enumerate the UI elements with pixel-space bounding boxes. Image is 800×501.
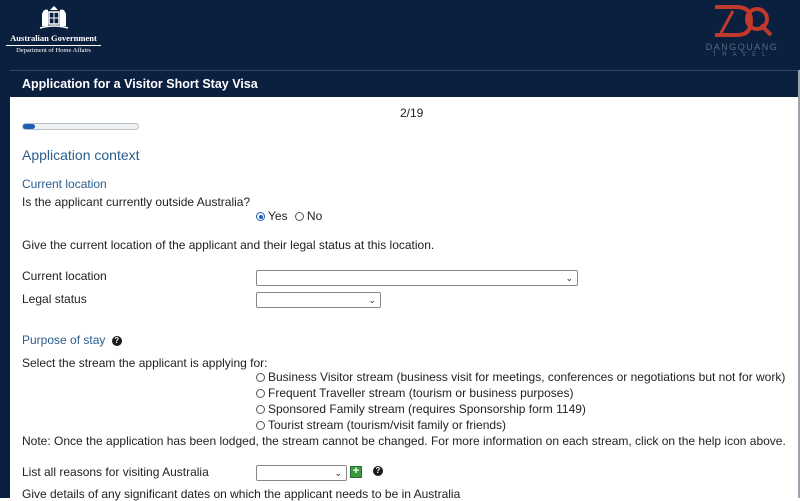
progress-fill <box>23 124 36 129</box>
radio-yes-label: Yes <box>268 209 288 223</box>
legal-status-label: Legal status <box>22 292 87 306</box>
stream-label: Tourist stream (tourism/visit family or … <box>268 418 507 432</box>
chevron-down-icon: ⌄ <box>368 295 376 305</box>
department-name: Department of Home Affairs <box>6 45 101 54</box>
watermark-logo: DANGQUANG TRAVEL <box>692 3 792 59</box>
stream-option-sponsored-family[interactable]: Sponsored Family stream (requires Sponso… <box>256 402 586 416</box>
radio-no[interactable]: No <box>294 209 323 223</box>
page-indicator: 2/19 <box>400 106 424 120</box>
dq-logo-icon <box>715 5 773 37</box>
government-logo: Australian Government Department of Home… <box>6 4 101 64</box>
current-location-select[interactable]: ⌄ <box>256 270 578 286</box>
purpose-heading-row: Purpose of stay ? <box>22 333 122 347</box>
page-title: Application for a Visitor Short Stay Vis… <box>22 77 258 91</box>
stream-prompt: Select the stream the applicant is apply… <box>22 356 268 370</box>
gov-name: Australian Government <box>10 33 97 43</box>
stream-option-frequent-traveller[interactable]: Frequent Traveller stream (tourism or bu… <box>256 386 573 400</box>
chevron-down-icon: ⌄ <box>565 273 573 283</box>
watermark-subtext: TRAVEL <box>712 52 772 58</box>
watermark-text: DANGQUANG <box>705 42 779 52</box>
left-border <box>0 70 10 498</box>
stream-note: Note: Once the application has been lodg… <box>22 434 786 448</box>
purpose-heading: Purpose of stay <box>22 333 106 347</box>
legal-status-select[interactable]: ⌄ <box>256 292 381 308</box>
stream-option-business[interactable]: Business Visitor stream (business visit … <box>256 370 785 384</box>
outside-australia-radio-group: Yes No <box>256 209 322 223</box>
location-instruction: Give the current location of the applica… <box>22 238 435 252</box>
outside-australia-question: Is the applicant currently outside Austr… <box>22 195 251 209</box>
significant-dates-text: Give details of any significant dates on… <box>22 487 461 501</box>
radio-no-label: No <box>306 209 323 223</box>
question-circle-icon[interactable]: ? <box>373 466 383 476</box>
current-location-heading: Current location <box>22 177 107 191</box>
chevron-down-icon: ⌄ <box>334 468 342 478</box>
coat-of-arms-icon <box>39 6 68 29</box>
reasons-select[interactable]: ⌄ <box>256 465 347 481</box>
progress-bar <box>22 123 139 130</box>
question-circle-icon[interactable]: ? <box>111 336 122 346</box>
current-location-label: Current location <box>22 269 107 283</box>
add-reason-button[interactable]: + <box>350 466 362 478</box>
plus-square-icon: + <box>352 465 360 477</box>
radio-frequent-circle[interactable] <box>256 389 265 398</box>
form-title-bar: Application for a Visitor Short Stay Vis… <box>10 70 798 97</box>
stream-label: Sponsored Family stream (requires Sponso… <box>268 402 586 416</box>
radio-yes[interactable]: Yes <box>256 209 288 223</box>
stream-label: Business Visitor stream (business visit … <box>268 370 786 384</box>
radio-no-circle[interactable] <box>294 212 304 221</box>
section-title: Application context <box>22 147 140 163</box>
reasons-label: List all reasons for visiting Australia <box>22 465 209 479</box>
radio-tourist-circle[interactable] <box>256 421 265 430</box>
radio-sponsored-circle[interactable] <box>256 405 265 414</box>
top-banner: Australian Government Department of Home… <box>0 0 800 70</box>
radio-business-circle[interactable] <box>256 373 265 382</box>
stream-label: Frequent Traveller stream (tourism or bu… <box>268 386 574 400</box>
stream-option-tourist[interactable]: Tourist stream (tourism/visit family or … <box>256 418 506 432</box>
radio-yes-circle[interactable] <box>256 212 265 221</box>
